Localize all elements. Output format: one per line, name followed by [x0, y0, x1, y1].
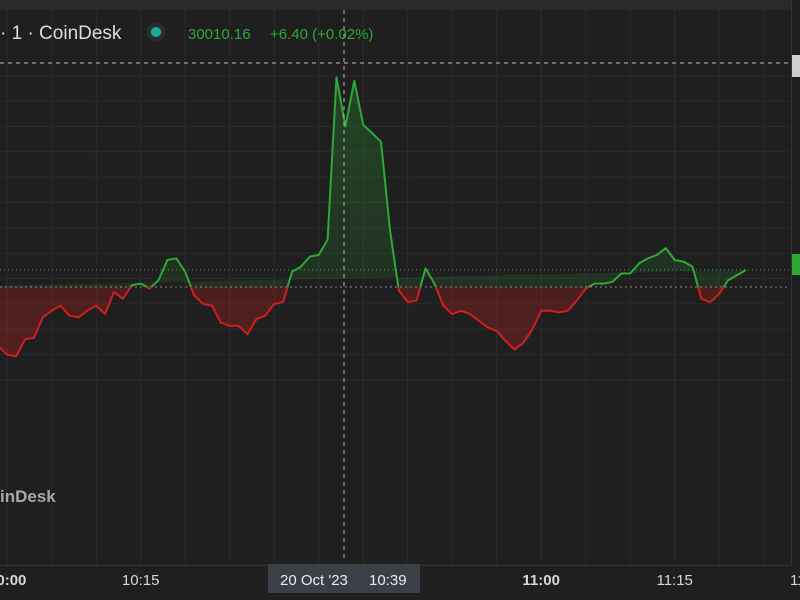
crosshair-time-text: 10:39 — [369, 572, 407, 589]
time-tick-label: 11:30 — [790, 572, 800, 589]
market-status-icon[interactable] — [151, 27, 161, 37]
chart-canvas[interactable]: inDesk 10:00 10:15 11:00 11:15 11:30 20 Oct … — [0, 0, 800, 600]
time-tick-label: 11:15 — [656, 572, 692, 589]
crosshair-date-text: 20 Oct '23 — [280, 572, 348, 589]
time-tick-label: 10:00 — [0, 572, 26, 589]
price-scale[interactable] — [792, 0, 800, 600]
chart-background — [0, 0, 800, 600]
top-bar — [0, 0, 800, 10]
price-change-value: +6.40 (+0.02%) — [270, 26, 373, 43]
time-tick-label: 10:15 — [122, 572, 160, 589]
crosshair-price-label — [792, 55, 800, 77]
symbol-title[interactable]: · 1 · CoinDesk — [0, 23, 122, 44]
watermark: inDesk — [0, 487, 56, 506]
last-price-value: 30010.16 — [188, 26, 251, 43]
last-price-label — [792, 254, 800, 275]
time-tick-label: 11:00 — [522, 572, 560, 589]
price-chart[interactable]: inDesk 10:00 10:15 11:00 11:15 11:30 20 Oct … — [0, 0, 800, 600]
